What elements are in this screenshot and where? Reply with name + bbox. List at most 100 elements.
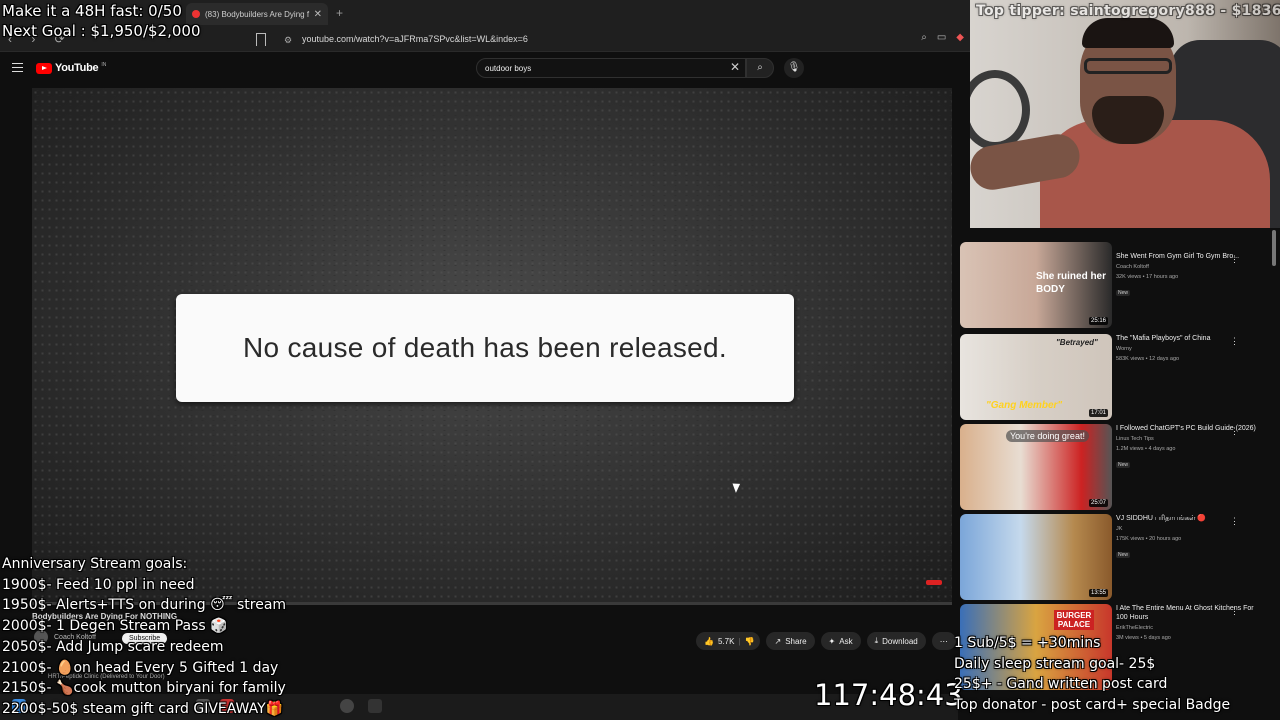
fast-goal-overlay: Make it a 48H fast: 0/50 [2, 2, 182, 20]
video-duration: 25:16 [1088, 317, 1108, 325]
youtube-logo[interactable]: YouTube IN [36, 62, 106, 74]
next-goal-overlay: Next Goal : $1,950/$2,000 [2, 22, 201, 40]
recommendation-meta: 32K views • 17 hours ago [1116, 274, 1179, 280]
like-button[interactable]: 👍 5.7K | 👎 [696, 632, 761, 650]
zoom-icon[interactable]: ⌕ [921, 32, 927, 43]
recommendation-info: The "Mafia Playboys" of China Worny 583K… [1116, 334, 1266, 363]
top-tipper-overlay: Top tipper: saintogregory888 - $1836 [976, 3, 1280, 19]
recommendation-meta: 583K views • 12 days ago [1116, 356, 1180, 362]
recommendation-item[interactable]: "Betrayed" "Gang Member" 17:01 The "Mafi… [958, 332, 1280, 420]
taskbar-app-icon[interactable] [340, 699, 354, 713]
recommendation-title[interactable]: I Ate The Entire Menu At Ghost Kitchens … [1116, 604, 1266, 622]
video-actions: 👍 5.7K | 👎 ↗ Share ✦ Ask ⤓ Download ⋯ [696, 632, 956, 650]
new-badge: New [1116, 462, 1131, 468]
country-code: IN [101, 62, 107, 68]
video-duration: 25:07 [1088, 499, 1108, 507]
video-caption-card: No cause of death has been released. [176, 294, 794, 402]
red-indicator [926, 580, 942, 585]
more-options-icon[interactable]: ⋮ [1230, 426, 1239, 437]
video-player[interactable]: No cause of death has been released. [32, 88, 952, 604]
recommendation-channel[interactable]: JK [1116, 525, 1266, 533]
like-count: 5.7K [717, 636, 735, 646]
rule-line: Top donator - post card+ special Badge [954, 697, 1231, 714]
recommendation-item[interactable]: 13:55 VJ SIDDHU பரிதாபங்கள் 🔴 JK 175K vi… [958, 512, 1280, 600]
tab-title: (83) Bodybuilders Are Dying f [205, 9, 310, 19]
address-bar-actions: ⌕ ▭ ◆ [921, 32, 964, 43]
recommendation-thumbnail[interactable]: "Betrayed" "Gang Member" 17:01 [960, 334, 1112, 420]
download-button[interactable]: ⤓ Download [866, 632, 926, 650]
recommendation-info: I Followed ChatGPT's PC Build Guide (202… [1116, 424, 1266, 471]
search-button[interactable]: ⌕ [746, 58, 774, 78]
search-input[interactable]: outdoor boys [476, 58, 746, 78]
recommendation-item[interactable]: She ruined her BODY 25:16 She Went From … [958, 240, 1280, 328]
sidebar-scrollbar[interactable] [1272, 230, 1276, 266]
webcam-person-glasses [1084, 58, 1172, 74]
recommendation-channel[interactable]: ErikTheElectric [1116, 624, 1266, 632]
recommendation-title[interactable]: VJ SIDDHU பரிதாபங்கள் 🔴 [1116, 514, 1266, 523]
goal-line: 2150$- 🍗cook mutton biryani for family [2, 680, 286, 697]
extension-icon[interactable]: ◆ [956, 32, 964, 43]
hamburger-menu-icon[interactable] [12, 63, 23, 72]
goal-line: 1950$- Alerts+TTS on during 😴 stream [2, 597, 287, 614]
recommendation-thumbnail[interactable]: You're doing great! 25:07 [960, 424, 1112, 510]
browser-tab[interactable]: (83) Bodybuilders Are Dying f ✕ [186, 3, 328, 25]
more-actions-button[interactable]: ⋯ [931, 632, 956, 650]
recommendation-item[interactable]: You're doing great! 25:07 I Followed Cha… [958, 422, 1280, 510]
more-options-icon[interactable]: ⋮ [1230, 254, 1239, 265]
ask-button[interactable]: ✦ Ask [820, 632, 861, 650]
recommendation-info: She Went From Gym Girl To Gym Bro... Coa… [1116, 252, 1266, 299]
goal-line: 1900$- Feed 10 ppl in need [2, 576, 195, 593]
mouse-cursor-icon [732, 481, 743, 493]
video-duration: 13:55 [1088, 589, 1108, 597]
more-options-icon[interactable]: ⋮ [1230, 606, 1239, 617]
url-field[interactable]: youtube.com/watch?v=aJFRma7SPvc&list=WL&… [302, 34, 528, 44]
share-button[interactable]: ↗ Share [766, 632, 815, 650]
video-duration: 17:01 [1088, 409, 1108, 417]
youtube-wordmark: YouTube [55, 62, 99, 74]
new-tab-icon[interactable]: + [336, 6, 343, 20]
goal-line: 2100$- 🥚on head Every 5 Gifted 1 day [2, 659, 279, 676]
recommendation-thumbnail[interactable]: 13:55 [960, 514, 1112, 600]
thumbnail-text: BURGER PALACE [1054, 610, 1094, 630]
recommendation-thumbnail[interactable]: She ruined her BODY 25:16 [960, 242, 1112, 328]
sparkle-icon: ✦ [828, 636, 836, 646]
cast-icon[interactable]: ▭ [937, 32, 946, 43]
anniversary-goals-overlay: Anniversary Stream goals: 1900$- Feed 10… [2, 554, 286, 720]
recommendation-title[interactable]: The "Mafia Playboys" of China [1116, 334, 1266, 343]
thumbnail-text: She ruined her BODY [1036, 271, 1107, 295]
more-options-icon[interactable]: ⋮ [1230, 516, 1239, 527]
more-icon: ⋯ [939, 636, 948, 646]
recommendation-info: VJ SIDDHU பரிதாபங்கள் 🔴 JK 175K views • … [1116, 514, 1266, 561]
youtube-header: YouTube IN outdoor boys ✕ ⌕ 🎙 [0, 52, 970, 84]
recommendation-channel[interactable]: Linus Tech Tips [1116, 435, 1266, 443]
webcam-person-hair [1082, 18, 1174, 48]
video-caption-text: No cause of death has been released. [242, 332, 728, 363]
thumbnail-text: You're doing great! [1006, 430, 1089, 442]
goal-line: 2200$-50$ steam gift card GIVEAWAY🎁 [2, 700, 284, 717]
share-icon: ↗ [774, 636, 782, 646]
bookmark-icon[interactable] [256, 33, 266, 46]
recommendation-channel[interactable]: Worny [1116, 345, 1266, 353]
thumbnail-text: "Gang Member" [986, 400, 1063, 411]
microphone-icon[interactable]: 🎙 [784, 58, 804, 78]
recommendation-title[interactable]: She Went From Gym Girl To Gym Bro... [1116, 252, 1266, 261]
streamer-webcam [970, 0, 1280, 228]
recommendation-meta: 175K views • 20 hours ago [1116, 536, 1182, 542]
ask-label: Ask [839, 636, 853, 646]
thumbs-down-icon[interactable]: 👎 [745, 637, 755, 646]
more-options-icon[interactable]: ⋮ [1230, 336, 1239, 347]
goal-line: 2000$- 1 Degen Stream Pass 🎲 [2, 618, 228, 635]
download-label: Download [882, 636, 918, 646]
recommendation-meta: 1.2M views • 4 days ago [1116, 446, 1176, 452]
youtube-favicon-icon [192, 10, 200, 18]
stream-rules-overlay: 1 Sub/5$ = +30mins Daily sleep stream go… [954, 633, 1230, 716]
recommendation-channel[interactable]: Coach Koltoff [1116, 263, 1266, 271]
epic-games-icon[interactable] [368, 699, 382, 713]
clear-search-icon[interactable]: ✕ [730, 60, 740, 74]
close-tab-icon[interactable]: ✕ [314, 9, 322, 20]
recommendation-title[interactable]: I Followed ChatGPT's PC Build Guide (202… [1116, 424, 1266, 433]
thumbs-up-icon: 👍 [704, 636, 714, 646]
screen: (83) Bodybuilders Are Dying f ✕ + ‹ › ⟳ … [0, 0, 1280, 720]
rule-line: Daily sleep stream goal- 25$ [954, 655, 1156, 672]
site-settings-icon[interactable]: ⚙ [284, 35, 292, 46]
